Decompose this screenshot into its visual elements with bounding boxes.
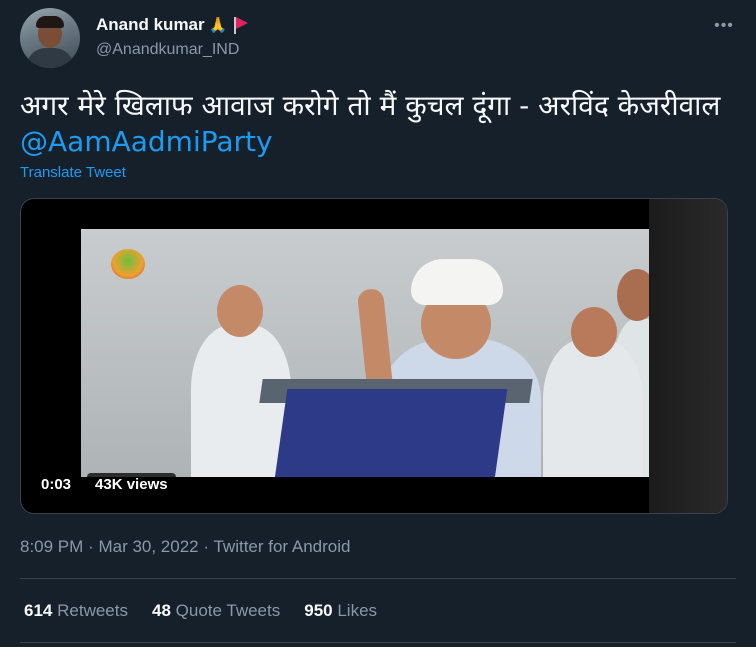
video-side-panel <box>649 199 727 513</box>
avatar[interactable] <box>20 8 80 68</box>
mention-link[interactable]: @AamAadmiParty <box>20 125 273 158</box>
stat-likes[interactable]: 950 Likes <box>304 601 377 621</box>
tweet-body: अगर मेरे खिलाफ आवाज करोगे तो मैं कुचल दू… <box>20 89 721 122</box>
author-name-row[interactable]: Anand kumar 🙏 <box>96 15 249 35</box>
author-display-name[interactable]: Anand kumar <box>96 15 205 35</box>
tweet-source[interactable]: Twitter for Android <box>213 537 350 556</box>
meta-separator: · <box>88 537 94 556</box>
channel-logo-icon <box>111 249 145 279</box>
video-player[interactable]: 0:03 43K views <box>20 198 728 514</box>
video-thumbnail <box>81 229 651 477</box>
translate-tweet-link[interactable]: Translate Tweet <box>20 164 126 181</box>
tweet-header: Anand kumar 🙏 @Anandkumar_IND ••• <box>20 8 736 70</box>
red-flag-icon <box>231 16 249 34</box>
meta-separator: · <box>203 537 210 556</box>
divider <box>20 642 736 643</box>
tweet-time[interactable]: 8:09 PM <box>20 537 83 556</box>
folded-hands-emoji: 🙏 <box>208 16 228 34</box>
video-time: 0:03 <box>33 473 80 496</box>
video-views: 43K views <box>87 473 176 496</box>
tweet-stats: 614 Retweets 48 Quote Tweets 950 Likes <box>24 601 377 621</box>
stat-retweets[interactable]: 614 Retweets <box>24 601 128 621</box>
more-options-icon[interactable]: ••• <box>712 14 736 38</box>
stat-quote-tweets[interactable]: 48 Quote Tweets <box>152 601 280 621</box>
tweet-text: अगर मेरे खिलाफ आवाज करोगे तो मैं कुचल दू… <box>20 88 736 160</box>
tweet-meta: 8:09 PM · Mar 30, 2022 · Twitter for And… <box>20 537 350 557</box>
divider <box>20 578 736 579</box>
video-overlay: 0:03 43K views <box>33 473 176 496</box>
author-handle[interactable]: @Anandkumar_IND <box>96 41 239 59</box>
tweet-date[interactable]: Mar 30, 2022 <box>98 537 198 556</box>
